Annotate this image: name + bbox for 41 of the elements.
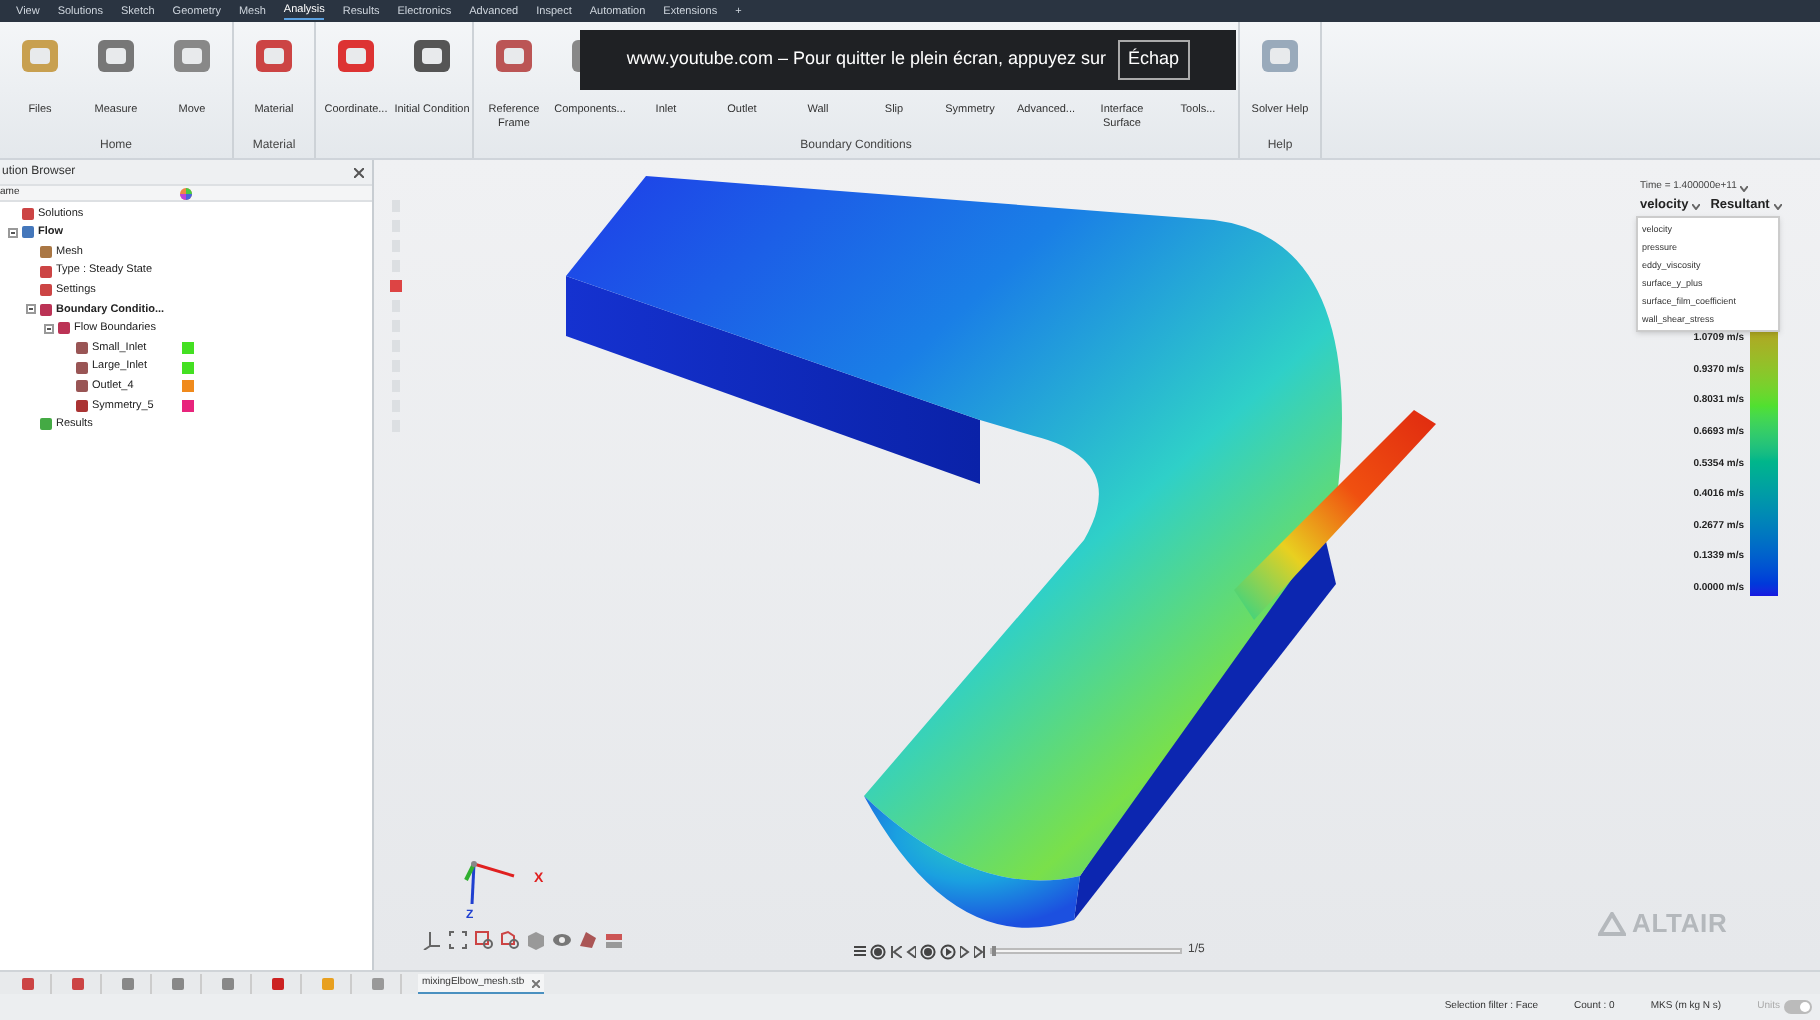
collapse-icon[interactable]	[44, 323, 54, 334]
record-icon[interactable]	[870, 943, 886, 959]
zoom-box-icon[interactable]	[474, 930, 494, 950]
node-icon	[40, 265, 52, 278]
node-icon	[22, 207, 34, 220]
step-forward-icon[interactable]	[960, 945, 970, 957]
node-icon	[76, 399, 88, 412]
collapse-icon[interactable]	[8, 227, 18, 238]
caret-icon	[1740, 185, 1749, 191]
collapse-icon[interactable]	[26, 304, 36, 315]
caret-icon	[1773, 203, 1782, 209]
node-icon	[22, 226, 34, 239]
menu-icon[interactable]	[854, 946, 866, 956]
fit-view-icon[interactable]	[448, 930, 468, 950]
zoom-selection-icon[interactable]	[500, 930, 520, 950]
units-toggle[interactable]	[1784, 1000, 1812, 1014]
node-icon	[58, 322, 70, 335]
color-wheel-icon	[180, 187, 192, 199]
shape-icon[interactable]	[578, 930, 598, 950]
node-icon	[40, 245, 52, 258]
axes-icon[interactable]	[422, 930, 442, 950]
close-icon[interactable]	[532, 979, 541, 987]
node-icon	[40, 303, 52, 316]
notice-text: www.youtube.com – Pour quitter le plein écran, appuyez sur	[626, 46, 1107, 73]
key-hint: Échap	[1118, 40, 1190, 80]
skip-end-icon[interactable]	[974, 945, 986, 957]
node-icon	[76, 380, 88, 393]
layers-icon[interactable]	[604, 930, 624, 950]
stop-icon[interactable]	[920, 943, 936, 959]
node-icon	[40, 418, 52, 431]
node-icon	[40, 284, 52, 297]
logo-icon	[1598, 911, 1626, 936]
play-icon[interactable]	[940, 943, 956, 959]
close-icon[interactable]	[354, 167, 364, 177]
caret-icon	[1692, 203, 1701, 209]
step-back-icon[interactable]	[906, 945, 916, 957]
eye-icon[interactable]	[552, 930, 572, 950]
node-icon	[76, 361, 88, 374]
timeline-slider[interactable]	[990, 948, 1182, 954]
node-icon	[76, 341, 88, 354]
skip-start-icon[interactable]	[890, 945, 902, 957]
